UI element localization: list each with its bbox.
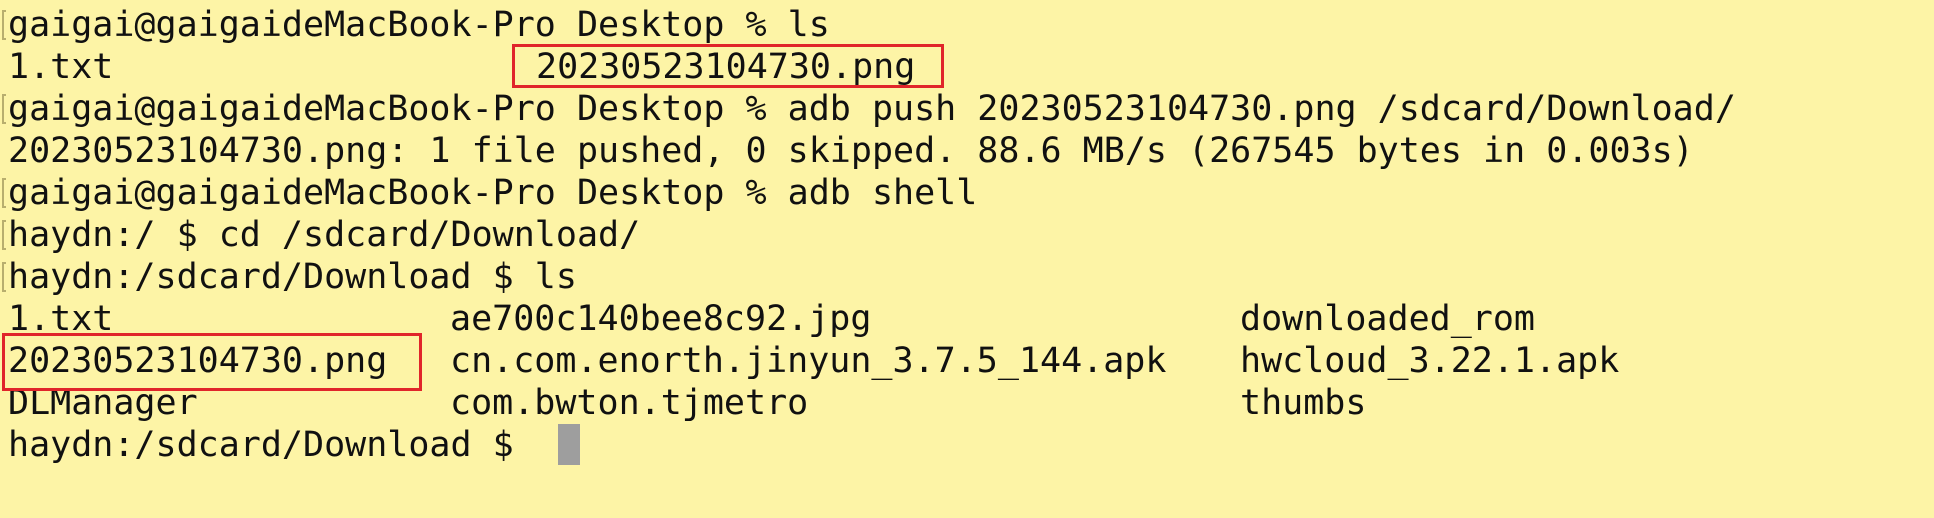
terminal-line: haydn:/ $ cd /sdcard/Download/ [0, 214, 640, 256]
text-cursor[interactable] [558, 424, 580, 465]
file-name: cn.com.enorth.jinyun_3.7.5_144.apk [450, 341, 1167, 381]
terminal-line: gaigai@gaigaideMacBook-Pro Desktop % adb… [0, 172, 977, 214]
command-text: haydn:/ $ cd /sdcard/Download/ [8, 215, 641, 255]
file-name: hwcloud_3.22.1.apk [1240, 341, 1620, 381]
ls-output-row: 1.txt 20230523104730.png [0, 46, 1934, 88]
terminal-window[interactable]: gaigai@gaigaideMacBook-Pro Desktop % ls … [0, 0, 1934, 518]
highlight-box [512, 44, 944, 88]
prompt-mark-icon [0, 214, 8, 256]
file-name: com.bwton.tjmetro [450, 383, 809, 423]
command-text: gaigai@gaigaideMacBook-Pro Desktop % adb… [8, 89, 1736, 129]
prompt-mark-icon [0, 172, 8, 214]
prompt-mark-icon [0, 4, 8, 46]
terminal-prompt-line: haydn:/sdcard/Download $ [0, 424, 535, 466]
terminal-line: gaigai@gaigaideMacBook-Pro Desktop % ls [0, 4, 830, 46]
file-name: thumbs [1240, 383, 1367, 423]
prompt-text: haydn:/sdcard/Download $ [8, 425, 535, 465]
output-text: 20230523104730.png: 1 file pushed, 0 ski… [8, 131, 1694, 171]
file-name: 1.txt [8, 47, 114, 87]
terminal-line: 20230523104730.png: 1 file pushed, 0 ski… [0, 130, 1694, 172]
terminal-line: haydn:/sdcard/Download $ ls [0, 256, 577, 298]
highlight-box [2, 333, 422, 391]
file-name: ae700c140bee8c92.jpg [450, 299, 872, 339]
command-text: gaigai@gaigaideMacBook-Pro Desktop % ls [8, 5, 830, 45]
prompt-mark-icon [0, 88, 8, 130]
terminal-line: gaigai@gaigaideMacBook-Pro Desktop % adb… [0, 88, 1736, 130]
command-text: gaigai@gaigaideMacBook-Pro Desktop % adb… [8, 173, 978, 213]
file-name: downloaded_rom [1240, 299, 1536, 339]
prompt-mark-icon [0, 256, 8, 298]
command-text: haydn:/sdcard/Download $ ls [8, 257, 577, 297]
